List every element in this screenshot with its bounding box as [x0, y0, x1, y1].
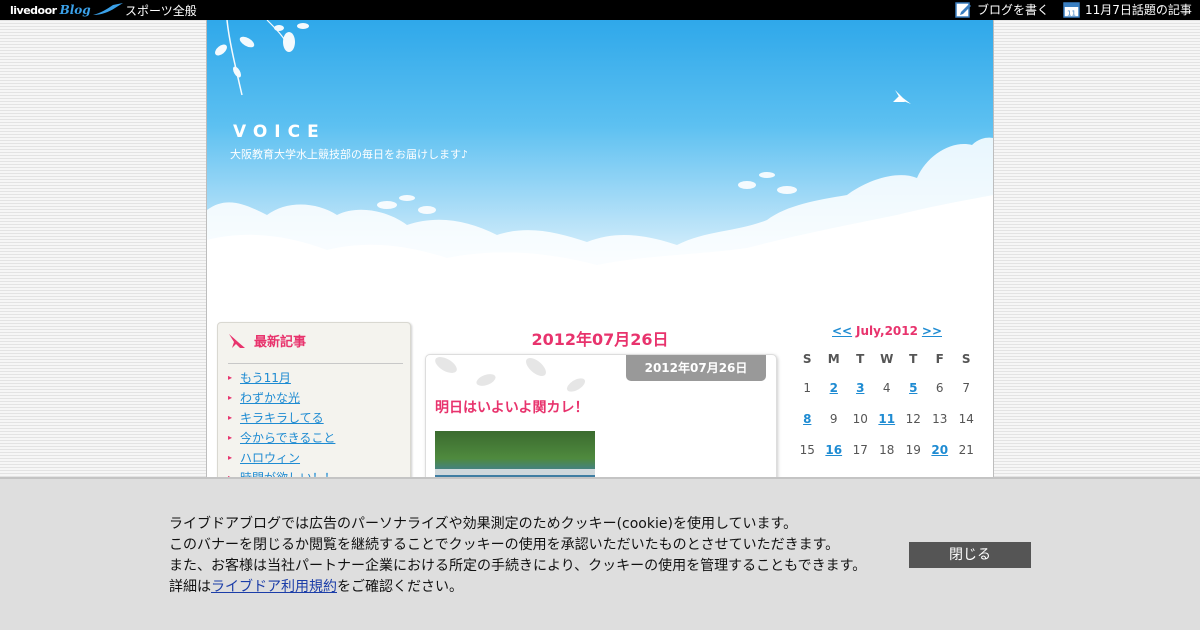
calendar-day-link[interactable]: 8 — [794, 403, 821, 434]
calendar-day-link[interactable]: 5 — [900, 372, 927, 403]
recent-article-link[interactable]: わずかな光 — [240, 389, 300, 406]
bird-logo-icon — [92, 3, 123, 15]
recent-article-link[interactable]: ハロウィン — [240, 449, 300, 466]
weekday-row: S M T W T F S — [794, 346, 980, 372]
calendar-day: 13 — [932, 411, 948, 426]
calendar-day: 4 — [882, 380, 891, 395]
close-button[interactable]: 閉じる — [909, 542, 1031, 568]
calendar-day: 7 — [962, 380, 971, 395]
arrow-icon: ▸ — [228, 412, 233, 422]
arrow-icon: ▸ — [228, 432, 233, 442]
date-heading: 2012年07月26日 — [531, 330, 669, 349]
recent-article-link[interactable]: もう11月 — [240, 369, 291, 386]
calendar-day: 17 — [852, 442, 868, 457]
cookie-line: ライブドアブログでは広告のパーソナライズや効果測定のためクッキー(cookie)… — [169, 516, 798, 532]
calendar-day: 9 — [829, 411, 838, 426]
livedoor-blog-logo[interactable]: livedoor Blog — [10, 2, 123, 18]
calendar-table: S M T W T F S 1 2 3 4 5 6 7 8 9 10 11 12 13 14 15 16 17 1… — [794, 346, 980, 465]
calendar-day-link[interactable]: 3 — [847, 372, 874, 403]
weekday-cell: T — [856, 352, 865, 366]
calendar-day: 15 — [799, 442, 815, 457]
pencil-note-icon — [955, 2, 971, 18]
calendar-month: July,2012 — [856, 324, 918, 338]
weekday-cell: F — [935, 352, 944, 366]
blog-header: VOICE 大阪教育大学水上競技部の毎日をお届けします♪ — [207, 20, 993, 320]
list-item: ▸ ハロウィン — [228, 447, 336, 467]
topic-articles-label: 11月7日話題の記事 — [1085, 3, 1192, 17]
cookie-message: ライブドアブログでは広告のパーソナライズや効果測定のためクッキー(cookie)… — [169, 514, 866, 598]
arrow-icon: ▸ — [228, 372, 233, 382]
sky-clouds-illustration — [207, 20, 993, 320]
write-blog-link[interactable]: ブログを書く — [955, 1, 1049, 18]
calendar-day-link[interactable]: 16 — [821, 434, 848, 465]
calendar-next-link[interactable]: >> — [922, 324, 942, 338]
list-item: ▸ キラキラしてる — [228, 407, 336, 427]
calendar-prev-link[interactable]: << — [832, 324, 852, 338]
recent-articles-list: ▸ もう11月 ▸ わずかな光 ▸ キラキラしてる ▸ 今からできること ▸ ハロウィン … — [228, 367, 336, 487]
calendar-day: 10 — [852, 411, 868, 426]
weekday-cell: S — [961, 352, 971, 366]
calendar-week-row: 8 9 10 11 12 13 14 — [794, 403, 980, 434]
calendar-day-link[interactable]: 11 — [874, 403, 901, 434]
recent-articles-title: 最新記事 — [254, 335, 307, 350]
calendar-widget: << July,2012 >> S M T W T F S 1234567891… — [791, 324, 987, 457]
cookie-line4-prefix: 詳細は — [169, 579, 211, 595]
calendar-day: 12 — [905, 411, 921, 426]
calendar-week-row: 15 16 17 18 19 20 21 — [794, 434, 980, 465]
calendar-nav: << July,2012 >> — [832, 324, 942, 338]
entry-title[interactable]: 明日はいよいよ関カレ！ — [435, 397, 588, 417]
logo-text: livedoor — [10, 3, 57, 17]
calendar-day: 14 — [958, 411, 974, 426]
cookie-banner: ライブドアブログでは広告のパーソナライズや効果測定のためクッキー(cookie)… — [0, 477, 1200, 630]
cookie-line4-suffix: をご確認ください。 — [337, 579, 463, 595]
topic-articles-link[interactable]: 11 11月7日話題の記事 — [1063, 1, 1192, 18]
recent-article-link[interactable]: 今からできること — [240, 429, 335, 446]
list-item: ▸ もう11月 — [228, 367, 336, 387]
calendar-day: 18 — [879, 442, 895, 457]
calendar-day-link[interactable]: 2 — [821, 372, 848, 403]
calendar-day: 6 — [935, 380, 944, 395]
list-item: ▸ わずかな光 — [228, 387, 336, 407]
recent-articles-header: 最新記事 — [228, 331, 306, 350]
blog-description: 大阪教育大学水上競技部の毎日をお届けします♪ — [230, 148, 469, 161]
calendar-day: 21 — [958, 442, 974, 457]
sidebar-divider — [228, 363, 403, 364]
calendar-day-link[interactable]: 20 — [927, 434, 954, 465]
cookie-line: このバナーを閉じるか閲覧を継続することでクッキーの使用を承認いただいたものとさせ… — [169, 537, 840, 553]
logo-blog-text: Blog — [59, 3, 91, 17]
calendar-week-row: 123456 7 — [794, 372, 980, 403]
calendar-day: 1 — [803, 380, 812, 395]
weekday-cell: M — [827, 352, 840, 366]
bird-icon — [229, 333, 245, 348]
recent-article-link[interactable]: キラキラしてる — [240, 409, 324, 426]
calendar-icon: 11 — [1063, 2, 1080, 18]
arrow-icon: ▸ — [228, 452, 233, 462]
top-bar: livedoor Blog スポーツ全般 ブログを書く 11 11月7日話題の記… — [0, 0, 1200, 20]
write-blog-label: ブログを書く — [977, 3, 1050, 17]
category-link[interactable]: スポーツ全般 — [125, 2, 197, 19]
terms-link[interactable]: ライブドア利用規約 — [211, 579, 337, 595]
cookie-line: また、お客様は当社パートナー企業における所定の手続きにより、クッキーの使用を管理… — [169, 558, 867, 574]
weekday-cell: S — [802, 352, 812, 366]
entry-date-badge: 2012年07月26日 — [626, 355, 766, 381]
arrow-icon: ▸ — [228, 392, 233, 402]
calendar-icon-day: 11 — [1067, 10, 1076, 18]
weekday-cell: W — [880, 352, 894, 366]
cookie-line: 詳細はライブドア利用規約をご確認ください。 — [169, 577, 866, 598]
calendar-day: 19 — [905, 442, 921, 457]
weekday-cell: T — [909, 352, 918, 366]
blog-title[interactable]: VOICE — [233, 122, 326, 142]
list-item: ▸ 今からできること — [228, 427, 336, 447]
